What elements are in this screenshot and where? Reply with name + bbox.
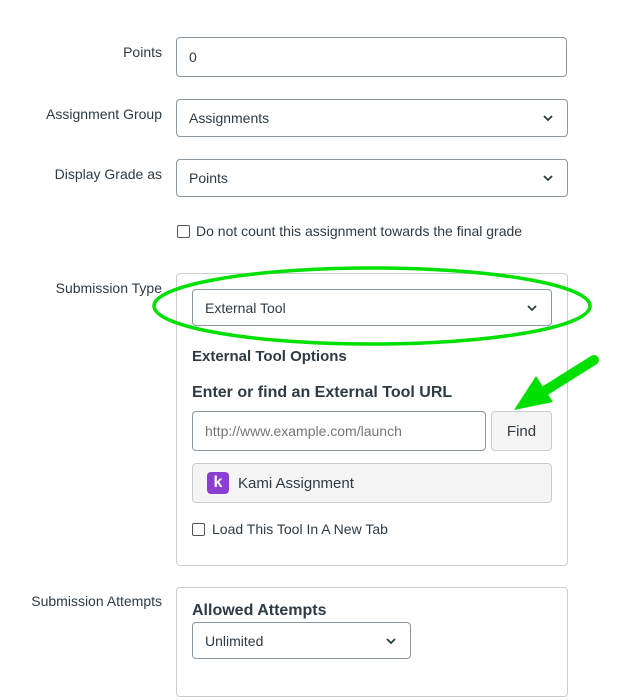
kami-assignment-tool[interactable]: k Kami Assignment	[192, 463, 552, 503]
external-tool-url-input[interactable]	[192, 411, 486, 451]
chevron-down-icon	[543, 175, 553, 182]
chevron-down-icon	[543, 115, 553, 122]
points-label: Points	[123, 44, 162, 60]
kami-logo-letter: k	[213, 474, 223, 491]
allowed-attempts-heading: Allowed Attempts	[192, 602, 327, 619]
final-grade-checkbox[interactable]	[177, 225, 190, 238]
display-grade-value: Points	[189, 170, 228, 186]
allowed-attempts-value: Unlimited	[205, 632, 264, 649]
points-input[interactable]: 0	[176, 37, 567, 77]
external-tool-options-heading: External Tool Options	[192, 348, 347, 365]
find-button[interactable]: Find	[491, 411, 552, 451]
chevron-down-icon	[386, 637, 396, 644]
assignment-group-value: Assignments	[189, 110, 270, 126]
assignment-group-label: Assignment Group	[46, 106, 162, 122]
display-grade-select[interactable]: Points	[176, 159, 568, 197]
external-tool-url-heading: Enter or find an External Tool URL	[192, 384, 453, 401]
display-grade-label: Display Grade as	[54, 166, 162, 182]
submission-type-value: External Tool	[205, 299, 286, 316]
new-tab-checkbox-label: Load This Tool In A New Tab	[212, 521, 388, 537]
submission-type-label: Submission Type	[55, 280, 162, 296]
submission-type-select[interactable]: External Tool	[192, 289, 552, 326]
final-grade-checkbox-label: Do not count this assignment towards the…	[196, 223, 523, 239]
new-tab-checkbox[interactable]	[192, 523, 205, 536]
allowed-attempts-select[interactable]: Unlimited	[192, 622, 411, 659]
kami-assignment-label: Kami Assignment	[238, 474, 354, 492]
assignment-group-select[interactable]: Assignments	[176, 99, 568, 137]
submission-attempts-label: Submission Attempts	[31, 593, 162, 609]
kami-logo-icon: k	[207, 472, 229, 494]
chevron-down-icon	[527, 304, 537, 311]
